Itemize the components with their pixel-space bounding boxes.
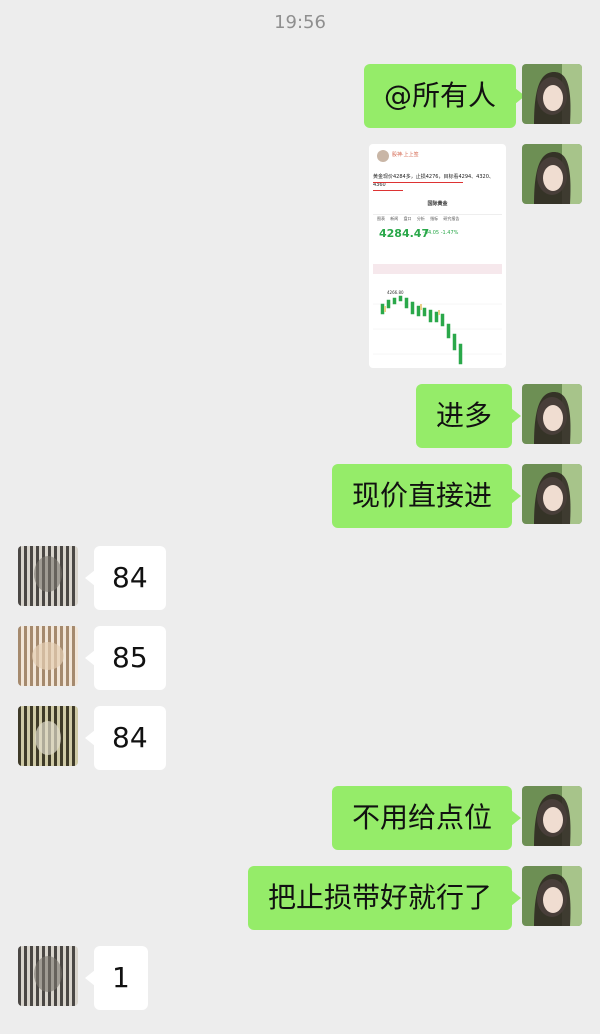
highlight-underline-2: [373, 190, 403, 191]
chart-tabs: 图表 新闻 盘口 分析 指标 研究报告: [377, 216, 459, 222]
message-bubble[interactable]: 现价直接进: [332, 464, 522, 528]
tab: 新闻: [390, 216, 399, 221]
highlight-underline: [373, 182, 463, 183]
tab: 图表: [377, 216, 385, 221]
tab: 盘口: [403, 216, 412, 221]
post-avatar: [377, 150, 389, 162]
contact-avatar[interactable]: [18, 546, 78, 606]
message-bubble[interactable]: 把止损带好就行了: [248, 866, 522, 930]
post-username: 股神·上上签: [392, 152, 419, 158]
timestamp: 19:56: [274, 12, 326, 33]
my-avatar[interactable]: [522, 464, 582, 524]
contact-avatar[interactable]: [18, 706, 78, 766]
chart-screenshot-image[interactable]: 股神·上上签 黄金现价4284多，止损4276，目标看4294、4320、436…: [369, 144, 506, 368]
contact-avatar[interactable]: [18, 946, 78, 1006]
candlestick-chart: 4266.80: [373, 290, 502, 365]
message-bubble[interactable]: 84: [85, 706, 166, 770]
message-bubble-mentions-all[interactable]: @所有人: [364, 64, 526, 128]
message-bubble[interactable]: 84: [85, 546, 166, 610]
message-bubble[interactable]: 不用给点位: [332, 786, 522, 850]
divider: [373, 214, 502, 215]
message-bubble[interactable]: 85: [85, 626, 166, 690]
my-avatar[interactable]: [522, 144, 582, 204]
my-avatar[interactable]: [522, 786, 582, 846]
instrument-title: 国际黄金: [427, 201, 448, 207]
contact-avatar[interactable]: [18, 626, 78, 686]
tab: 研究报告: [443, 216, 460, 221]
my-avatar[interactable]: [522, 384, 582, 444]
price-value: 4284.47: [379, 227, 430, 240]
message-bubble[interactable]: 1: [85, 946, 148, 1010]
notice-bar: [373, 264, 502, 274]
my-avatar[interactable]: [522, 64, 582, 124]
my-avatar[interactable]: [522, 866, 582, 926]
chart-high-label: 4266.80: [387, 290, 404, 295]
tab: 指标: [430, 216, 439, 221]
message-bubble[interactable]: 进多: [416, 384, 522, 448]
tab: 分析: [416, 216, 425, 221]
price-change: -64.05 -1.47%: [423, 230, 459, 236]
post-text: 黄金现价4284多，止损4276，目标看4294、4320、4360: [373, 174, 494, 188]
